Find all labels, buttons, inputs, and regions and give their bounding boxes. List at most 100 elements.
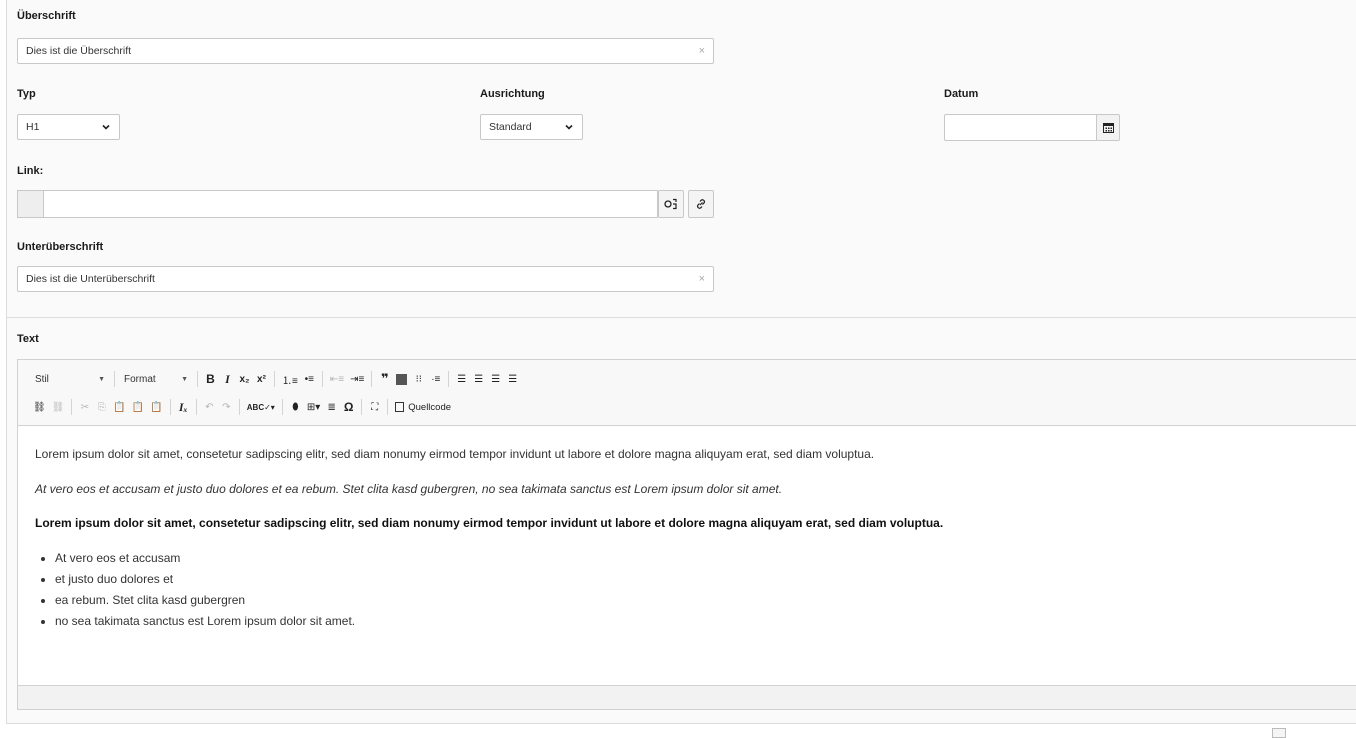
paste-text-button[interactable]: 📋: [129, 397, 147, 417]
editor-statusbar: [18, 685, 1356, 709]
source-icon: [395, 402, 405, 412]
blockquote-button[interactable]: ❞: [376, 369, 393, 389]
subscript-button[interactable]: x₂: [236, 369, 253, 389]
list-item: ea rebum. Stet clita kasd gubergren: [55, 590, 355, 611]
bold-icon: B: [206, 372, 215, 386]
remove-format-icon: Iₓ: [178, 399, 188, 414]
paste-word-button[interactable]: 📋: [147, 397, 165, 417]
list-item: At vero eos et accusam: [55, 548, 355, 569]
editor-toolbar: Stil ▼ Format ▼ B I x₂ x² ⒈≡ •≡ ⇤≡ ⇥≡ ❞ ⁝⁝…: [18, 360, 1356, 426]
redo-icon: ↷: [222, 401, 231, 413]
alignment-select[interactable]: Standard: [480, 114, 583, 140]
text-label: Text: [17, 333, 39, 345]
table-icon: ⊞▾: [306, 401, 321, 413]
date-input[interactable]: [944, 114, 1096, 141]
unlink-icon: ⛓: [51, 401, 65, 413]
align-right-icon: ☰: [491, 373, 501, 385]
bidi-ltr-button[interactable]: ⁝⁝: [410, 369, 427, 389]
redo-button[interactable]: ↷: [218, 397, 235, 417]
date-picker-button[interactable]: [1096, 114, 1120, 141]
align-right-button[interactable]: ☰: [487, 369, 504, 389]
toolbar-separator: [274, 371, 275, 387]
paragraph-bold: Lorem ipsum dolor sit amet, consetetur s…: [35, 516, 944, 530]
link-input[interactable]: [43, 190, 658, 218]
special-char-button[interactable]: Ω: [340, 397, 357, 417]
combo-arrow-icon: ▼: [181, 375, 188, 383]
remove-format-button[interactable]: Iₓ: [175, 397, 192, 417]
unlink-button[interactable]: ⛓: [49, 397, 68, 417]
indent-icon: ⇥≡: [350, 373, 365, 385]
link-type-indicator: [17, 190, 43, 218]
outdent-button[interactable]: ⇤≡: [327, 369, 347, 389]
undo-button[interactable]: ↶: [201, 397, 218, 417]
superscript-icon: x²: [257, 373, 266, 385]
toolbar-separator: [195, 399, 197, 415]
link-label: Link:: [17, 165, 44, 177]
paragraph: Lorem ipsum dolor sit amet, consetetur s…: [35, 447, 875, 461]
headline-value: Dies ist die Überschrift: [26, 45, 132, 57]
indent-button[interactable]: ⇥≡: [347, 369, 367, 389]
link-button[interactable]: ⛓: [30, 397, 49, 417]
resize-handle[interactable]: [1272, 728, 1286, 738]
bulleted-list-button[interactable]: •≡: [301, 369, 318, 389]
spellcheck-button[interactable]: ABC✓▾: [244, 397, 278, 417]
maximize-button[interactable]: ⛶: [366, 397, 383, 417]
toolbar-separator: [71, 399, 73, 415]
link-browser-button[interactable]: [658, 190, 684, 218]
toolbar-separator: [197, 371, 198, 387]
align-center-button[interactable]: ☰: [470, 369, 487, 389]
omega-icon: Ω: [343, 400, 354, 414]
subheadline-input[interactable]: Dies ist die Unterüberschrift ×: [17, 266, 714, 292]
chevron-down-icon: [102, 124, 110, 130]
subscript-icon: x₂: [239, 373, 250, 385]
div-container-button[interactable]: [393, 369, 410, 389]
copy-button[interactable]: ⎘: [93, 397, 110, 417]
bold-button[interactable]: B: [202, 369, 219, 389]
type-selected-value: H1: [26, 121, 40, 133]
link-open-button[interactable]: [688, 190, 714, 218]
style-combo[interactable]: Stil ▼: [30, 369, 110, 389]
bulleted-list-icon: •≡: [304, 373, 315, 385]
type-select[interactable]: H1: [17, 114, 120, 140]
anchor-button[interactable]: ⬮: [287, 397, 304, 417]
align-center-icon: ☰: [474, 373, 484, 385]
toolbar-separator: [281, 399, 283, 415]
anchor-marker-icon: ⬮: [292, 401, 299, 413]
align-justify-icon: ☰: [508, 373, 518, 385]
list-item: et justo duo dolores et: [55, 569, 355, 590]
subheadline-clear-icon[interactable]: ×: [699, 273, 705, 285]
headline-clear-icon[interactable]: ×: [699, 45, 705, 57]
toolbar-row-1: Stil ▼ Format ▼ B I x₂ x² ⒈≡ •≡ ⇤≡ ⇥≡ ❞ ⁝⁝…: [30, 369, 521, 389]
chevron-down-icon: [565, 124, 573, 130]
div-container-icon: [396, 373, 408, 385]
bidi-rtl-icon: ·≡: [431, 373, 441, 385]
toolbar-row-2: ⛓ ⛓ ✂ ⎘ 📋 📋 📋 Iₓ ↶ ↷ ABC✓▾ ⬮ ⊞▾ ≣ Ω ⛶ Qu…: [30, 397, 454, 417]
spellcheck-icon: ABC✓▾: [246, 402, 275, 412]
paste-text-icon: 📋: [131, 401, 145, 413]
date-label: Datum: [944, 88, 979, 100]
paste-icon: 📋: [113, 401, 126, 413]
cut-button[interactable]: ✂: [76, 397, 93, 417]
horizontal-rule-button[interactable]: ≣: [323, 397, 340, 417]
list-item: no sea takimata sanctus est Lorem ipsum …: [55, 611, 355, 632]
headline-input[interactable]: Dies ist die Überschrift ×: [17, 38, 714, 64]
align-justify-button[interactable]: ☰: [504, 369, 521, 389]
format-combo[interactable]: Format ▼: [119, 369, 193, 389]
align-left-button[interactable]: ☰: [453, 369, 470, 389]
paste-button[interactable]: 📋: [110, 397, 128, 417]
paste-word-icon: 📋: [150, 401, 163, 413]
toolbar-separator: [371, 371, 373, 387]
subheadline-value: Dies ist die Unterüberschrift: [26, 273, 155, 285]
italic-button[interactable]: I: [219, 369, 236, 389]
bidi-rtl-button[interactable]: ·≡: [427, 369, 444, 389]
table-button[interactable]: ⊞▾: [304, 397, 323, 417]
toolbar-separator: [361, 399, 363, 415]
calendar-icon: [1102, 123, 1114, 133]
copy-icon: ⎘: [97, 401, 106, 413]
numbered-list-button[interactable]: ⒈≡: [279, 369, 301, 389]
editor-content[interactable]: Lorem ipsum dolor sit amet, consetetur s…: [18, 426, 1356, 686]
align-left-icon: ☰: [457, 373, 467, 385]
source-button[interactable]: Quellcode: [392, 397, 454, 417]
headline-label: Überschrift: [17, 10, 76, 22]
superscript-button[interactable]: x²: [253, 369, 270, 389]
